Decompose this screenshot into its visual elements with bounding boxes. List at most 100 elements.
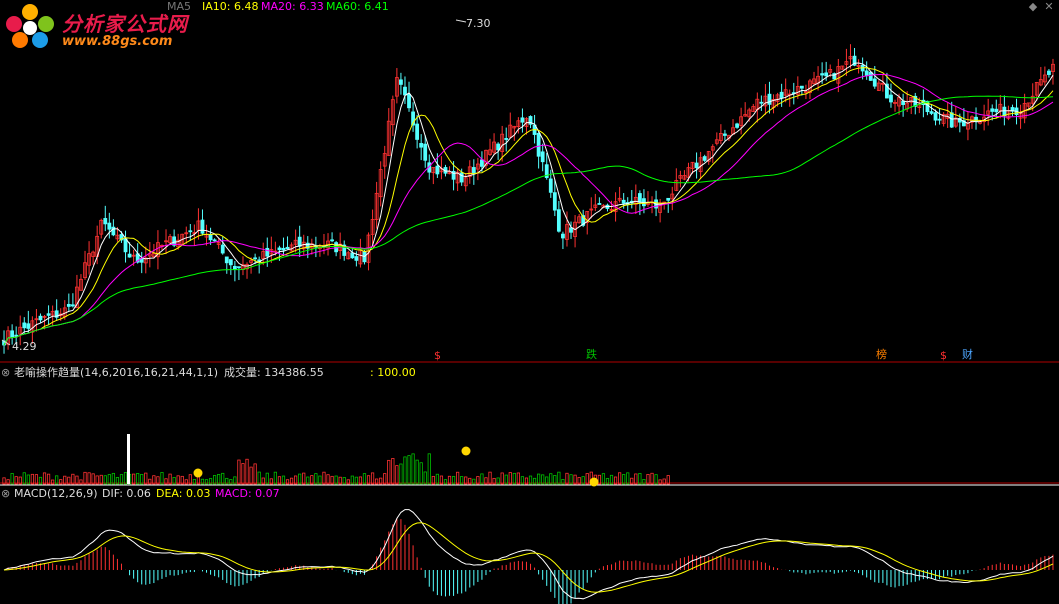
candle-body [889, 94, 893, 103]
volume-bar [221, 472, 225, 485]
signal-dot [193, 468, 203, 478]
ma20-label: MA20: 6.33 [261, 0, 324, 13]
candle-body [297, 236, 302, 247]
candle-body [868, 71, 873, 81]
event-marker-5[interactable]: 财 [962, 349, 973, 361]
candle-body [200, 219, 205, 234]
signal-dot [461, 446, 471, 456]
macd-dif-label: DIF: 0.06 [102, 487, 151, 500]
candle-body [702, 156, 707, 161]
candle-body [237, 266, 241, 269]
candle-body [435, 165, 440, 175]
volume-bar [488, 471, 492, 485]
volume-bar [565, 472, 569, 485]
logo-url: www.88gs.com [62, 34, 173, 49]
candle-body [228, 259, 233, 266]
candle-body [824, 72, 829, 77]
candle-body [407, 93, 411, 109]
volume-bar [22, 472, 26, 485]
volume-bar [456, 471, 460, 485]
event-marker-1[interactable]: $ [434, 350, 441, 362]
macd-value-label: MACD: 0.07 [215, 487, 280, 500]
volume-bar [427, 453, 431, 485]
volume-bar [273, 471, 277, 485]
candle-body [22, 322, 27, 329]
close-icon[interactable]: ✕ [1042, 0, 1056, 14]
volume-bar [638, 473, 642, 485]
volume-bar [516, 472, 520, 485]
candle-body [496, 143, 501, 151]
candle-body [1047, 70, 1051, 75]
candle-body [735, 123, 739, 128]
event-marker-3[interactable]: 榜 [876, 349, 887, 361]
candle-body [123, 238, 128, 253]
volume-bar [500, 472, 504, 485]
candle-body [779, 91, 784, 99]
candle-body [901, 100, 906, 105]
volume-bar [399, 463, 403, 485]
candle-body [46, 313, 51, 316]
volume-bar [237, 459, 241, 485]
candle-body [799, 85, 804, 89]
candle-body [70, 304, 75, 307]
candle-body [556, 209, 561, 232]
volume-bar [650, 472, 654, 485]
ma5-line [3, 62, 1054, 346]
volume-panel-title: 老喻操作趋量(14,6,2016,16,21,44,1,1) [14, 366, 219, 379]
volume-bar [245, 458, 249, 485]
candle-body [253, 257, 258, 260]
volume-bar [253, 463, 257, 485]
ma10-line [3, 67, 1054, 346]
event-marker-2[interactable]: 跌 [586, 349, 597, 361]
candle-body [552, 192, 557, 211]
candle-body [872, 78, 877, 87]
candle-body [597, 203, 602, 205]
volume-bar [512, 472, 516, 485]
low-price-label: 4.29 [12, 340, 37, 353]
volume-bar [419, 462, 423, 485]
volume-bar [423, 471, 427, 485]
candle-body [1002, 106, 1007, 117]
candle-body [723, 133, 727, 136]
signal-dot [589, 477, 599, 487]
candle-body [480, 159, 484, 167]
volume-bar [508, 472, 512, 485]
macd-panel-toggle-icon[interactable]: ⊗ [1, 487, 10, 501]
macd-panel-title: MACD(12,26,9) [14, 487, 98, 500]
candle-body [520, 117, 525, 123]
candle-body [220, 244, 225, 254]
volume-bar [91, 473, 95, 485]
volume-bar [42, 472, 47, 485]
high-price-label: 7.30 [466, 17, 491, 30]
candle-body [265, 247, 270, 257]
volume-bar [83, 471, 87, 485]
event-marker-4[interactable]: $ [940, 350, 947, 362]
candle-body [548, 178, 553, 193]
ma60-label: MA60: 6.41 [326, 0, 389, 13]
volume-bar [370, 472, 375, 485]
candle-body [504, 138, 509, 140]
candle-body [666, 197, 671, 201]
volume-bar [585, 473, 589, 485]
candle-body [399, 79, 403, 85]
candle-body [212, 239, 217, 242]
candle-body [759, 101, 764, 104]
candle-body [103, 218, 108, 225]
candle-body [277, 247, 282, 251]
volume-panel-toggle-icon[interactable]: ⊗ [1, 366, 10, 380]
settings-icon[interactable]: ◆ [1026, 0, 1040, 14]
candle-body [994, 108, 999, 113]
candle-body [208, 234, 213, 241]
ma60-line [3, 95, 1054, 346]
candle-body [621, 199, 626, 204]
candle-body [281, 247, 286, 251]
volume-bar [322, 471, 326, 485]
candle-body [354, 256, 359, 261]
ma20-line [3, 73, 1054, 346]
volume-ref-label: : 100.00 [370, 366, 416, 379]
candle-body [350, 252, 355, 259]
volume-bar [160, 472, 164, 485]
candle-body [569, 227, 573, 233]
candle-body [990, 108, 995, 112]
ma10-label: IA10: 6.48 [202, 0, 259, 13]
